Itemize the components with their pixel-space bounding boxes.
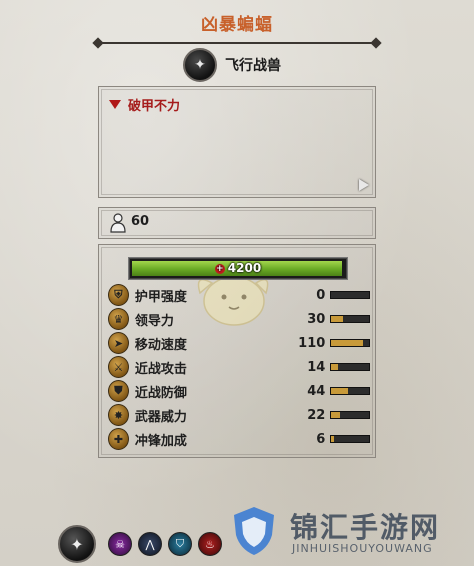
stat-row-leadership[interactable]: ♛ 领导力 30 xyxy=(108,308,370,330)
stat-bar xyxy=(330,411,370,419)
charge-bonus-icon: ✚ xyxy=(108,428,129,450)
stat-row-speed[interactable]: ➤ 移动速度 110 xyxy=(108,332,370,354)
stat-row-melee-attack[interactable]: ⚔ 近战攻击 14 xyxy=(108,356,370,378)
unit-size-icon xyxy=(110,213,126,233)
melee-attack-icon: ⚔ xyxy=(108,356,129,378)
unit-size-value: 60 xyxy=(131,214,150,229)
stats-panel: +4200 ⛨ 护甲强度 0 ♛ 领导力 30 ➤ 移动速度 110 ⚔ 近战攻… xyxy=(98,244,376,458)
ability-triangle-icon xyxy=(109,100,121,109)
ability-item[interactable]: 破甲不力 xyxy=(109,95,180,114)
stat-row-melee-defence[interactable]: ⛊ 近战防御 44 xyxy=(108,380,370,402)
leadership-icon: ♛ xyxy=(108,308,129,330)
stat-value: 6 xyxy=(316,431,326,447)
stat-bar-fill xyxy=(331,340,364,346)
ability-label: 破甲不力 xyxy=(128,99,181,114)
stat-label: 冲锋加成 xyxy=(134,433,187,449)
stat-bar xyxy=(330,339,370,347)
watermark-text: 锦汇手游网 xyxy=(290,511,441,544)
stat-value: 44 xyxy=(307,383,326,399)
stat-bar-fill xyxy=(331,388,349,394)
melee-defence-icon: ⛊ xyxy=(108,380,129,402)
hp-value: 4200 xyxy=(227,261,262,275)
unit-name: 凶暴蝙蝠 xyxy=(201,15,273,35)
armor-icon: ⛨ xyxy=(108,284,129,306)
stat-row-charge-bonus[interactable]: ✚ 冲锋加成 6 xyxy=(108,428,370,450)
speed-icon: ➤ xyxy=(108,332,129,354)
site-watermark: 锦汇手游网 JINHUISHOUYOUWANG xyxy=(228,500,474,566)
title-divider xyxy=(100,42,374,44)
hp-bar: +4200 xyxy=(129,258,347,279)
stat-value: 30 xyxy=(307,311,326,327)
stat-bar xyxy=(330,387,370,395)
stat-label: 武器威力 xyxy=(134,409,187,425)
stat-label: 移动速度 xyxy=(134,337,187,353)
stat-bar xyxy=(330,291,370,299)
stat-value: 14 xyxy=(307,359,326,375)
watermark-shield-icon xyxy=(234,507,274,555)
unit-size-panel: 60 xyxy=(98,207,376,239)
abilities-panel: 破甲不力 xyxy=(98,86,376,198)
shield-icon[interactable]: ⛉ xyxy=(168,532,192,556)
faction-emblem-icon[interactable]: ✦ xyxy=(58,525,96,563)
weapon-strength-icon: ✸ xyxy=(108,404,129,426)
unit-type-label: 飞行战兽 xyxy=(225,58,281,74)
unit-attributes-bar: ✦ ☠ ⋀ ⛉ ♨ xyxy=(58,525,228,563)
skull-icon[interactable]: ☠ xyxy=(108,532,132,556)
stat-label: 近战攻击 xyxy=(134,361,187,377)
stat-row-armor[interactable]: ⛨ 护甲强度 0 xyxy=(108,284,370,306)
watermark-subtext: JINHUISHOUYOUWANG xyxy=(292,542,433,555)
stat-label: 护甲强度 xyxy=(134,289,187,305)
stat-bar-fill xyxy=(331,364,339,370)
health-cross-icon: + xyxy=(214,263,225,274)
stat-value: 22 xyxy=(307,407,326,423)
hp-display: +4200 xyxy=(130,259,346,278)
fire-icon[interactable]: ♨ xyxy=(198,532,222,556)
stat-bar xyxy=(330,363,370,371)
stat-bar-fill xyxy=(331,316,343,322)
stat-bar-fill xyxy=(331,436,334,442)
expand-arrow-icon[interactable] xyxy=(359,179,369,191)
stat-value: 0 xyxy=(316,287,326,303)
unit-type-row: ✦ 飞行战兽 xyxy=(183,48,281,82)
bat-emblem-icon: ✦ xyxy=(183,48,217,82)
stat-row-weapon-strength[interactable]: ✸ 武器威力 22 xyxy=(108,404,370,426)
stat-bar-fill xyxy=(331,412,340,418)
stat-bar xyxy=(330,435,370,443)
stat-bar xyxy=(330,315,370,323)
stat-label: 近战防御 xyxy=(134,385,187,401)
stat-value: 110 xyxy=(298,335,326,351)
stat-label: 领导力 xyxy=(134,313,174,329)
wings-icon[interactable]: ⋀ xyxy=(138,532,162,556)
